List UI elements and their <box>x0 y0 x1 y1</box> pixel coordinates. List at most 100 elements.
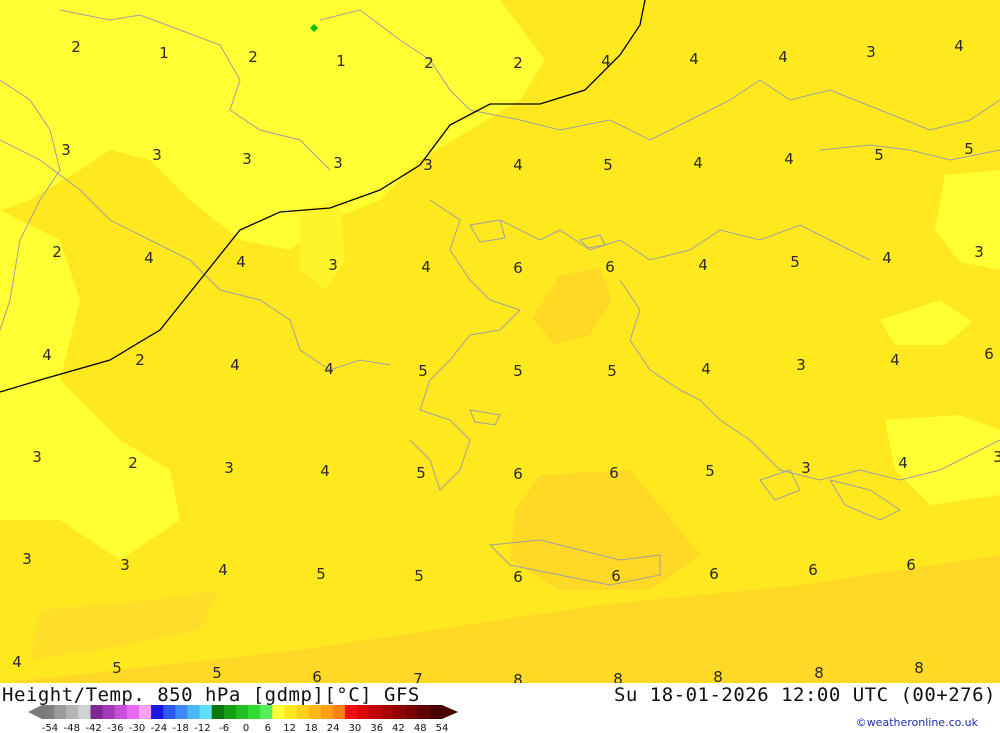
value-label: 5 <box>964 140 974 158</box>
value-label: 8 <box>513 671 523 683</box>
value-label: 5 <box>112 659 122 677</box>
legend-tick-label: 42 <box>392 723 405 733</box>
legend-swatch <box>235 705 249 719</box>
value-label: 4 <box>701 360 711 378</box>
value-label: 6 <box>609 464 619 482</box>
legend-swatch <box>308 705 322 719</box>
value-label: 4 <box>236 253 246 271</box>
credit-link[interactable]: ©weatheronline.co.uk <box>856 716 978 729</box>
legend-swatch <box>393 705 407 719</box>
value-label: 4 <box>898 454 908 472</box>
value-label: 6 <box>906 556 916 574</box>
value-label: 3 <box>993 448 1000 466</box>
value-label: 5 <box>316 565 326 583</box>
map-datetime: Su 18-01-2026 12:00 UTC (00+276) <box>613 684 996 706</box>
value-label: 5 <box>790 253 800 271</box>
value-label: 2 <box>248 48 258 66</box>
value-label: 8 <box>713 668 723 683</box>
value-label: 8 <box>613 670 623 683</box>
map-canvas: 2 1 2 1 2 2 4 4 4 3 4 3 3 3 3 3 4 5 4 4 5 5 2 4 4 3 4 6 6 4 5 4 3 4 2 4 4 5 5 5… <box>0 0 1000 683</box>
legend-tick-label: 24 <box>327 723 340 733</box>
legend-swatch <box>357 705 370 719</box>
legend-tick-label: 54 <box>436 723 449 733</box>
value-label: 8 <box>814 664 824 682</box>
legend-swatch <box>332 705 346 719</box>
value-label: 4 <box>218 561 228 579</box>
value-label: 1 <box>159 44 169 62</box>
value-label: 3 <box>22 550 32 568</box>
value-label: 3 <box>801 459 811 477</box>
legend-swatch <box>138 705 152 719</box>
legend-swatch <box>260 705 273 719</box>
legend-swatch <box>126 705 140 719</box>
value-label: 5 <box>513 362 523 380</box>
value-label: 4 <box>144 249 154 267</box>
legend-tick-label: 12 <box>283 723 296 733</box>
value-label: 5 <box>705 462 715 480</box>
value-label: 5 <box>607 362 617 380</box>
legend-swatch <box>78 705 91 719</box>
value-label: 6 <box>611 567 621 585</box>
value-label: 2 <box>52 243 62 261</box>
value-label: 4 <box>784 150 794 168</box>
value-label: 3 <box>866 43 876 61</box>
value-label: 4 <box>693 154 703 172</box>
value-label: 1 <box>336 52 346 70</box>
value-label: 6 <box>808 561 818 579</box>
legend-tick-label: -36 <box>107 723 123 733</box>
legend-arrow-right <box>442 705 458 719</box>
value-label: 3 <box>32 448 42 466</box>
value-label: 4 <box>12 653 22 671</box>
value-label: 3 <box>333 154 343 172</box>
legend-tick-label: 0 <box>243 723 249 733</box>
value-label: 5 <box>874 146 884 164</box>
value-label: 6 <box>513 465 523 483</box>
value-label: 6 <box>513 568 523 586</box>
value-label: 3 <box>423 156 433 174</box>
legend-swatch <box>417 705 431 719</box>
value-label: 6 <box>513 259 523 277</box>
legend-swatch <box>211 705 225 719</box>
legend-swatch <box>369 705 382 719</box>
legend-swatch <box>223 705 237 719</box>
value-label: 5 <box>418 362 428 380</box>
value-label: 2 <box>71 38 81 56</box>
legend-swatch <box>114 705 128 719</box>
value-label: 6 <box>984 345 994 363</box>
legend-swatch <box>42 705 55 719</box>
legend-tick-label: 36 <box>370 723 383 733</box>
legend-tick-label: -42 <box>85 723 101 733</box>
value-label: 4 <box>601 52 611 70</box>
legend-tick-label: -12 <box>194 723 210 733</box>
legend-swatch <box>163 705 176 719</box>
legend-tick-label: 18 <box>305 723 318 733</box>
value-label: 3 <box>974 243 984 261</box>
color-legend: -54 -48 -42 -36 -30 -24 -18 -12 -6 0 6 12 18 24 30 36 42… <box>28 705 458 733</box>
legend-swatch <box>151 705 164 719</box>
value-label: 5 <box>416 464 426 482</box>
value-label: 4 <box>42 346 52 364</box>
legend-swatch <box>429 705 443 719</box>
legend-swatch <box>66 705 79 719</box>
value-label: 3 <box>61 141 71 159</box>
value-label: 8 <box>914 659 924 677</box>
value-label: 3 <box>224 459 234 477</box>
legend-swatch <box>405 705 419 719</box>
value-label: 4 <box>513 156 523 174</box>
legend-swatch <box>187 705 201 719</box>
legend-swatch <box>296 705 310 719</box>
value-label: 3 <box>328 256 338 274</box>
legend-tick-label: -54 <box>42 723 58 733</box>
legend-swatch <box>345 705 358 719</box>
value-label: 4 <box>320 462 330 480</box>
map-title: Height/Temp. 850 hPa [gdmp][°C] GFS <box>2 684 420 706</box>
value-label: 3 <box>120 556 130 574</box>
value-label: 4 <box>882 249 892 267</box>
weather-map: 2 1 2 1 2 2 4 4 4 3 4 3 3 3 3 3 4 5 4 4 5 5 2 4 4 3 4 6 6 4 5 4 3 4 2 4 4 5 5 5… <box>0 0 1000 683</box>
value-label: 4 <box>421 258 431 276</box>
legend-swatch <box>175 705 188 719</box>
legend-tick-label: -24 <box>151 723 167 733</box>
value-label: 4 <box>689 50 699 68</box>
value-label: 2 <box>135 351 145 369</box>
legend-tick-label: -30 <box>129 723 145 733</box>
